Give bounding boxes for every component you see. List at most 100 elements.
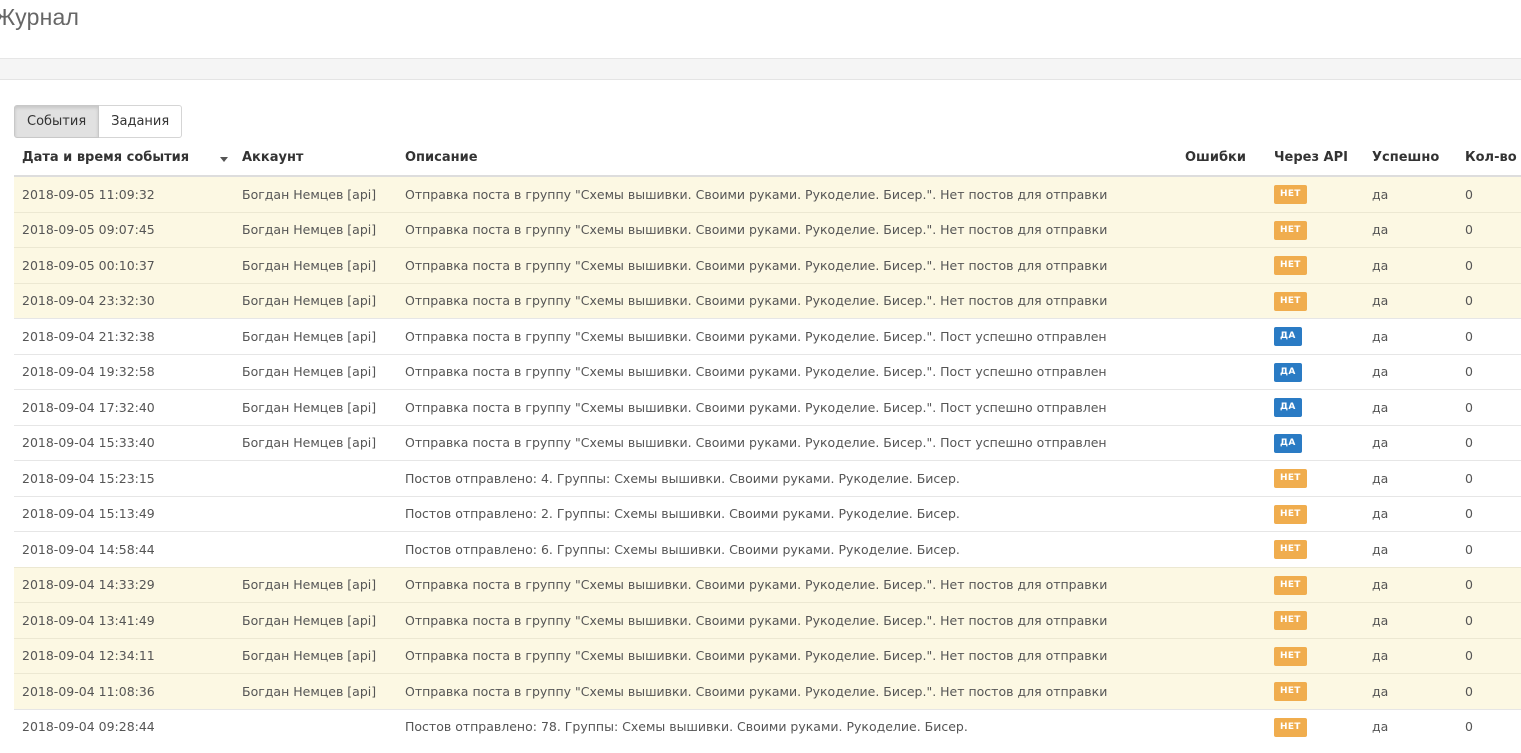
cell-count: 0 xyxy=(1457,318,1521,354)
cell-via-api: НЕТ xyxy=(1266,566,1364,603)
cell-errors xyxy=(1177,318,1266,354)
cell-success: да xyxy=(1364,247,1457,283)
column-header-description[interactable]: Описание xyxy=(397,140,1177,177)
cell-success: да xyxy=(1364,495,1457,532)
cell-errors xyxy=(1177,247,1266,283)
cell-account xyxy=(234,495,397,532)
cell-description: Постов отправлено: 78. Группы: Схемы выш… xyxy=(397,708,1177,744)
table-row[interactable]: 2018-09-05 09:07:45 Богдан Немцев [api] От… xyxy=(14,211,1521,248)
cell-datetime: 2018-09-05 09:07:45 xyxy=(14,211,234,248)
cell-via-api: ДА xyxy=(1266,424,1364,461)
cell-account xyxy=(234,460,397,496)
cell-account: Богдан Немцев [api] xyxy=(234,247,397,283)
cell-via-api: НЕТ xyxy=(1266,708,1364,744)
cell-description: Отправка поста в группу "Схемы вышивки. … xyxy=(397,566,1177,603)
cell-count: 0 xyxy=(1457,566,1521,603)
cell-datetime: 2018-09-04 11:08:36 xyxy=(14,673,234,709)
cell-success: да xyxy=(1364,318,1457,354)
cell-count: 0 xyxy=(1457,353,1521,390)
cell-datetime: 2018-09-04 23:32:30 xyxy=(14,282,234,319)
cell-via-api: НЕТ xyxy=(1266,175,1364,212)
via-api-badge: НЕТ xyxy=(1274,469,1307,489)
cell-datetime: 2018-09-04 15:13:49 xyxy=(14,495,234,532)
cell-account: Богдан Немцев [api] xyxy=(234,424,397,461)
journal-table: Дата и время события Аккаунт Описание Ош… xyxy=(14,140,1521,744)
cell-datetime: 2018-09-05 11:09:32 xyxy=(14,175,234,212)
via-api-badge: ДА xyxy=(1274,433,1302,453)
cell-datetime: 2018-09-04 15:23:15 xyxy=(14,460,234,496)
table-row[interactable]: 2018-09-04 14:58:44 Постов отправлено: 6.… xyxy=(14,531,1521,567)
table-row[interactable]: 2018-09-04 15:23:15 Постов отправлено: 4.… xyxy=(14,460,1521,496)
cell-via-api: НЕТ xyxy=(1266,637,1364,674)
cell-count: 0 xyxy=(1457,424,1521,461)
column-header-via-api[interactable]: Через API xyxy=(1266,140,1364,177)
cell-account: Богдан Немцев [api] xyxy=(234,318,397,354)
cell-via-api: НЕТ xyxy=(1266,282,1364,319)
table-row[interactable]: 2018-09-05 11:09:32 Богдан Немцев [api] От… xyxy=(14,175,1521,212)
table-row[interactable]: 2018-09-05 00:10:37 Богдан Немцев [api] От… xyxy=(14,247,1521,283)
cell-description: Отправка поста в группу "Схемы вышивки. … xyxy=(397,318,1177,354)
table-row[interactable]: 2018-09-04 09:28:44 Постов отправлено: 78… xyxy=(14,708,1521,744)
cell-success: да xyxy=(1364,282,1457,319)
cell-success: да xyxy=(1364,424,1457,461)
cell-errors xyxy=(1177,282,1266,319)
cell-datetime: 2018-09-04 14:58:44 xyxy=(14,531,234,567)
cell-success: да xyxy=(1364,460,1457,496)
cell-account: Богдан Немцев [api] xyxy=(234,211,397,248)
cell-via-api: ДА xyxy=(1266,389,1364,425)
sort-desc-icon[interactable] xyxy=(220,157,228,162)
cell-via-api: НЕТ xyxy=(1266,247,1364,283)
column-header-count[interactable]: Кол-во п xyxy=(1457,140,1521,177)
cell-description: Отправка поста в группу "Схемы вышивки. … xyxy=(397,602,1177,638)
column-header-errors[interactable]: Ошибки xyxy=(1177,140,1266,177)
cell-count: 0 xyxy=(1457,708,1521,744)
table-row[interactable]: 2018-09-04 21:32:38 Богдан Немцев [api] От… xyxy=(14,318,1521,354)
cell-datetime: 2018-09-04 19:32:58 xyxy=(14,353,234,390)
cell-count: 0 xyxy=(1457,389,1521,425)
cell-success: да xyxy=(1364,389,1457,425)
cell-success: да xyxy=(1364,211,1457,248)
cell-via-api: НЕТ xyxy=(1266,495,1364,532)
table-row[interactable]: 2018-09-04 23:32:30 Богдан Немцев [api] От… xyxy=(14,282,1521,319)
cell-account: Богдан Немцев [api] xyxy=(234,389,397,425)
column-header-success[interactable]: Успешно xyxy=(1364,140,1457,177)
table-row[interactable]: 2018-09-04 12:34:11 Богдан Немцев [api] От… xyxy=(14,637,1521,674)
column-header-account[interactable]: Аккаунт xyxy=(234,140,397,177)
cell-errors xyxy=(1177,708,1266,744)
table-row[interactable]: 2018-09-04 15:13:49 Постов отправлено: 2.… xyxy=(14,495,1521,532)
via-api-badge: НЕТ xyxy=(1274,256,1307,276)
cell-errors xyxy=(1177,424,1266,461)
table-row[interactable]: 2018-09-04 17:32:40 Богдан Немцев [api] От… xyxy=(14,389,1521,425)
cell-description: Отправка поста в группу "Схемы вышивки. … xyxy=(397,247,1177,283)
tab-tasks[interactable]: Задания xyxy=(99,105,183,138)
table-row[interactable]: 2018-09-04 11:08:36 Богдан Немцев [api] От… xyxy=(14,673,1521,709)
cell-errors xyxy=(1177,602,1266,638)
cell-account xyxy=(234,708,397,744)
cell-description: Постов отправлено: 6. Группы: Схемы выши… xyxy=(397,531,1177,567)
via-api-badge: НЕТ xyxy=(1274,540,1307,560)
cell-count: 0 xyxy=(1457,211,1521,248)
cell-count: 0 xyxy=(1457,531,1521,567)
cell-via-api: ДА xyxy=(1266,353,1364,390)
cell-account: Богдан Немцев [api] xyxy=(234,353,397,390)
cell-account xyxy=(234,531,397,567)
via-api-badge: НЕТ xyxy=(1274,717,1307,737)
cell-success: да xyxy=(1364,602,1457,638)
cell-description: Постов отправлено: 2. Группы: Схемы выши… xyxy=(397,495,1177,532)
cell-via-api: НЕТ xyxy=(1266,602,1364,638)
cell-errors xyxy=(1177,637,1266,674)
table-row[interactable]: 2018-09-04 13:41:49 Богдан Немцев [api] От… xyxy=(14,602,1521,638)
cell-errors xyxy=(1177,673,1266,709)
cell-count: 0 xyxy=(1457,282,1521,319)
cell-account: Богдан Немцев [api] xyxy=(234,673,397,709)
cell-description: Отправка поста в группу "Схемы вышивки. … xyxy=(397,424,1177,461)
cell-via-api: НЕТ xyxy=(1266,460,1364,496)
column-header-datetime[interactable]: Дата и время события xyxy=(14,140,234,177)
table-header-row: Дата и время события Аккаунт Описание Ош… xyxy=(14,140,1521,177)
table-row[interactable]: 2018-09-04 14:33:29 Богдан Немцев [api] От… xyxy=(14,566,1521,603)
cell-errors xyxy=(1177,353,1266,390)
table-row[interactable]: 2018-09-04 19:32:58 Богдан Немцев [api] От… xyxy=(14,353,1521,390)
cell-success: да xyxy=(1364,566,1457,603)
tab-events[interactable]: События xyxy=(14,105,100,138)
table-row[interactable]: 2018-09-04 15:33:40 Богдан Немцев [api] От… xyxy=(14,424,1521,461)
